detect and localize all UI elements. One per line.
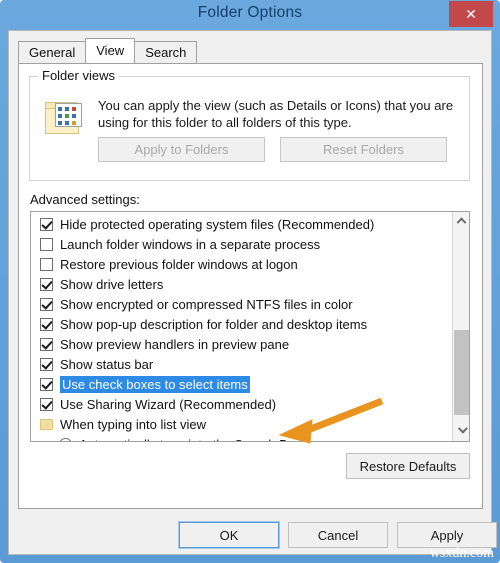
advanced-setting-label: Show status bar	[60, 356, 154, 372]
advanced-setting-row[interactable]: Restore previous folder windows at logon	[31, 254, 451, 274]
window-frame: Folder Options ✕ General View Search Fol…	[0, 0, 500, 563]
advanced-setting-label: Launch folder windows in a separate proc…	[60, 236, 321, 252]
checkbox-icon[interactable]	[40, 237, 53, 251]
window-title: Folder Options	[197, 4, 303, 21]
advanced-setting-row[interactable]: Automatically type into the Search Box	[31, 434, 451, 442]
restore-defaults-button[interactable]: Restore Defaults	[346, 453, 470, 479]
ok-button[interactable]: OK	[178, 521, 280, 549]
checkbox-icon[interactable]	[40, 277, 53, 291]
advanced-setting-label: Use Sharing Wizard (Recommended)	[60, 396, 277, 412]
folder-views-legend: Folder views	[38, 68, 119, 83]
advanced-settings-scrollbar[interactable]	[452, 212, 469, 441]
checkbox-icon[interactable]	[40, 317, 53, 331]
checkbox-icon[interactable]	[40, 297, 53, 311]
reset-folders-button[interactable]: Reset Folders	[280, 137, 447, 162]
tab-strip: General View Search	[18, 38, 198, 63]
advanced-setting-label: Hide protected operating system files (R…	[60, 216, 375, 232]
title-bar: Folder Options ✕	[0, 0, 500, 32]
folder-group-icon	[40, 418, 53, 430]
advanced-setting-row[interactable]: Show drive letters	[31, 274, 451, 294]
advanced-settings-list[interactable]: Hide protected operating system files (R…	[30, 211, 470, 442]
advanced-setting-row[interactable]: Show status bar	[31, 354, 451, 374]
advanced-settings-items: Hide protected operating system files (R…	[31, 214, 451, 442]
advanced-setting-label: Show drive letters	[60, 276, 164, 292]
tab-view[interactable]: View	[85, 38, 136, 63]
advanced-setting-row[interactable]: Launch folder windows in a separate proc…	[31, 234, 451, 254]
advanced-setting-label: Automatically type into the Search Box	[79, 437, 302, 442]
advanced-setting-row[interactable]: Use Sharing Wizard (Recommended)	[31, 394, 451, 414]
advanced-setting-row[interactable]: Show encrypted or compressed NTFS files …	[31, 294, 451, 314]
chevron-up-icon[interactable]	[453, 212, 469, 229]
advanced-setting-label: Show preview handlers in preview pane	[60, 336, 290, 352]
close-icon[interactable]: ✕	[449, 1, 493, 27]
advanced-setting-label: When typing into list view	[60, 416, 206, 432]
advanced-setting-row[interactable]: Use check boxes to select items	[31, 374, 451, 394]
folder-view-icon	[43, 99, 87, 139]
tab-search[interactable]: Search	[134, 41, 198, 63]
radio-icon[interactable]	[59, 437, 72, 441]
scrollbar-thumb[interactable]	[454, 330, 469, 415]
chevron-down-icon[interactable]	[453, 423, 469, 441]
apply-button[interactable]: Apply	[397, 522, 497, 548]
checkbox-icon[interactable]	[40, 377, 53, 391]
advanced-setting-label: Show encrypted or compressed NTFS files …	[60, 296, 353, 312]
advanced-setting-label: Use check boxes to select items	[60, 375, 250, 393]
dialog-body: General View Search Folder views You can…	[8, 30, 497, 555]
advanced-setting-row[interactable]: Hide protected operating system files (R…	[31, 214, 451, 234]
folder-views-description: You can apply the view (such as Details …	[98, 98, 454, 130]
advanced-setting-label: Restore previous folder windows at logon	[60, 256, 298, 272]
watermark: wsxdn.com	[429, 546, 494, 561]
advanced-settings-label: Advanced settings:	[30, 192, 140, 207]
advanced-setting-row[interactable]: When typing into list view	[31, 414, 451, 434]
advanced-setting-row[interactable]: Show preview handlers in preview pane	[31, 334, 451, 354]
checkbox-icon[interactable]	[40, 337, 53, 351]
cancel-button[interactable]: Cancel	[288, 522, 388, 548]
advanced-setting-label: Show pop-up description for folder and d…	[60, 316, 368, 332]
apply-to-folders-button[interactable]: Apply to Folders	[98, 137, 265, 162]
tab-page-view: Folder views You can apply the view (suc…	[18, 63, 483, 509]
tab-general[interactable]: General	[18, 41, 87, 63]
checkbox-icon[interactable]	[40, 257, 53, 271]
checkbox-icon[interactable]	[40, 357, 53, 371]
advanced-setting-row[interactable]: Show pop-up description for folder and d…	[31, 314, 451, 334]
checkbox-icon[interactable]	[40, 217, 53, 231]
checkbox-icon[interactable]	[40, 397, 53, 411]
folder-views-group: Folder views You can apply the view (suc…	[29, 68, 470, 181]
